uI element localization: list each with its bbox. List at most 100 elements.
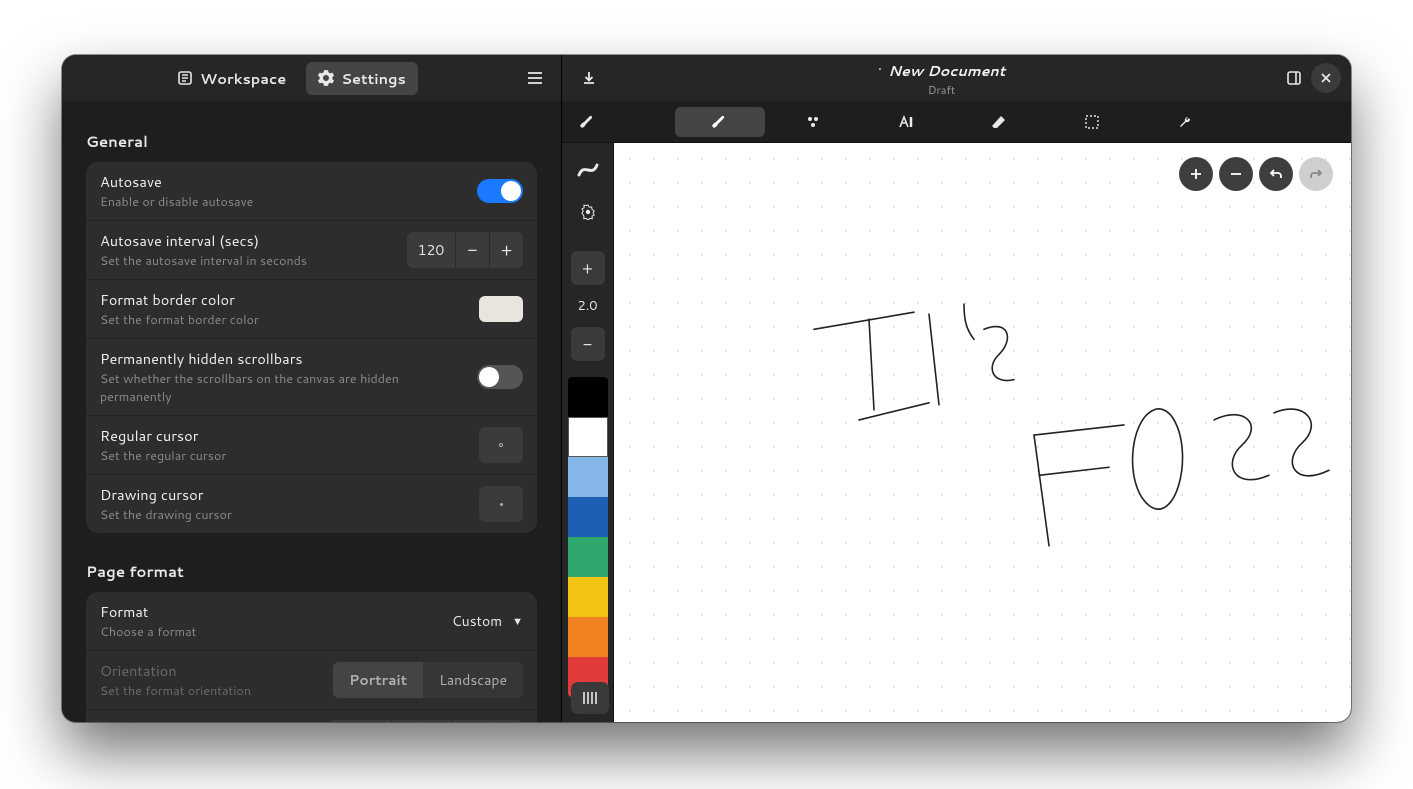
remove-page-button[interactable] [1219,157,1253,191]
width-plus[interactable]: + [421,720,451,722]
pageformat-group: Format Choose a format Custom ▼ Orientat… [86,592,537,722]
row-autosave: Autosave Enable or disable autosave [86,162,537,221]
document-subtitle: Draft [606,82,1277,98]
eraser-icon [990,113,1008,131]
row-orientation: Orientation Set the format orientation P… [86,651,537,710]
palette-color-4[interactable] [568,537,608,577]
redo-button[interactable] [1299,157,1333,191]
main-toolbar [562,101,1351,143]
scrollbars-sub: Set whether the scrollbars on the canvas… [100,370,467,406]
autosave-toggle[interactable] [477,179,523,203]
orientation-segmented: Portrait Landscape [333,662,523,698]
width-unit[interactable]: px [451,720,493,722]
panel-toggle-button[interactable] [1277,61,1311,95]
interval-sub: Set the autosave interval in seconds [100,252,397,270]
interval-value[interactable]: 120 [407,232,455,268]
add-page-button[interactable] [1179,157,1213,191]
download-button[interactable] [572,61,606,95]
main-header: •New Document Draft [562,55,1351,101]
border-label: Format border color [100,289,469,310]
interval-minus[interactable]: − [455,232,489,268]
orientation-label: Orientation [100,660,323,681]
stroke-options-button[interactable] [571,195,605,229]
tool-tools[interactable] [1140,107,1230,137]
width-control: 1123.0 − + px ▼ [329,720,523,722]
width-minus[interactable]: − [391,720,421,722]
main-area: •New Document Draft [562,55,1351,722]
palette-expand-button[interactable] [571,682,609,714]
tab-settings-label: Settings [341,68,406,89]
stroke-style-button[interactable] [571,153,605,187]
section-general-title: General [86,131,537,152]
chevron-down-icon: ▼ [512,613,523,629]
tab-workspace-label: Workspace [200,68,286,89]
orientation-portrait[interactable]: Portrait [333,662,423,698]
autosave-label: Autosave [100,171,467,192]
width-unit-caret[interactable]: ▼ [493,720,523,722]
gear-icon [318,70,334,86]
unsaved-dot: • [878,59,882,79]
sidebar-menu-button[interactable] [519,62,551,94]
wrench-icon [1177,114,1193,130]
format-value: Custom [452,611,502,631]
width-value[interactable]: 1123.0 [329,720,391,722]
drawcursor-sub: Set the drawing cursor [100,506,469,524]
canvas-wrap [614,143,1351,722]
scrollbars-toggle[interactable] [477,365,523,389]
zoom-level[interactable]: 2.0 [577,293,597,319]
orientation-sub: Set the format orientation [100,682,323,700]
row-format: Format Choose a format Custom ▼ [86,592,537,651]
undo-button[interactable] [1259,157,1293,191]
workspace-icon [177,70,193,86]
palette-color-6[interactable] [568,617,608,657]
plus-icon: + [582,257,593,280]
format-dropdown[interactable]: Custom ▼ [452,611,523,631]
color-palette [568,377,608,697]
tool-select[interactable] [1047,107,1137,137]
scrollbars-label: Permanently hidden scrollbars [100,348,467,369]
close-button[interactable] [1311,63,1341,93]
border-sub: Set the format border color [100,311,469,329]
palette-color-1[interactable] [568,417,608,457]
minus-icon: − [583,333,592,356]
shapes-icon [805,114,821,130]
row-border-color: Format border color Set the format borde… [86,280,537,339]
tab-settings[interactable]: Settings [306,62,418,95]
tool-shapes[interactable] [768,107,858,137]
format-sub: Choose a format [100,623,442,641]
orientation-landscape[interactable]: Landscape [423,662,523,698]
interval-stepper: 120 − + [407,232,523,268]
format-label: Format [100,601,442,622]
tool-text[interactable] [861,107,951,137]
autosave-sub: Enable or disable autosave [100,193,467,211]
zoom-out-button[interactable]: − [571,327,605,361]
tab-workspace[interactable]: Workspace [165,62,298,95]
palette-color-2[interactable] [568,457,608,497]
row-width: Width 1123.0 − + px ▼ [86,710,537,722]
regular-cursor-button[interactable] [479,427,523,463]
sidebar-body: General Autosave Enable or disable autos… [62,101,561,722]
canvas[interactable] [614,143,1351,722]
app-window: Workspace Settings General Autosave Enab… [62,55,1351,722]
tool-eraser[interactable] [954,107,1044,137]
canvas-float-buttons [1179,157,1333,191]
text-icon [897,113,915,131]
section-pageformat-title: Page format [86,561,537,582]
row-regular-cursor: Regular cursor Set the regular cursor [86,416,537,475]
palette-color-5[interactable] [568,577,608,617]
toolbar-brush-preview [562,113,614,131]
regcursor-label: Regular cursor [100,425,469,446]
drawing-cursor-button[interactable] [479,486,523,522]
content-area: + 2.0 − [562,143,1351,722]
row-autosave-interval: Autosave interval (secs) Set the autosav… [86,221,537,280]
palette-color-0[interactable] [568,377,608,417]
small-dot-icon [500,503,503,506]
sidebar: Workspace Settings General Autosave Enab… [62,55,562,722]
zoom-in-button[interactable]: + [571,251,605,285]
interval-plus[interactable]: + [489,232,523,268]
row-hidden-scrollbars: Permanently hidden scrollbars Set whethe… [86,339,537,416]
left-toolbar: + 2.0 − [562,143,614,722]
palette-color-3[interactable] [568,497,608,537]
tool-brush[interactable] [675,107,765,137]
border-color-swatch[interactable] [479,296,523,322]
